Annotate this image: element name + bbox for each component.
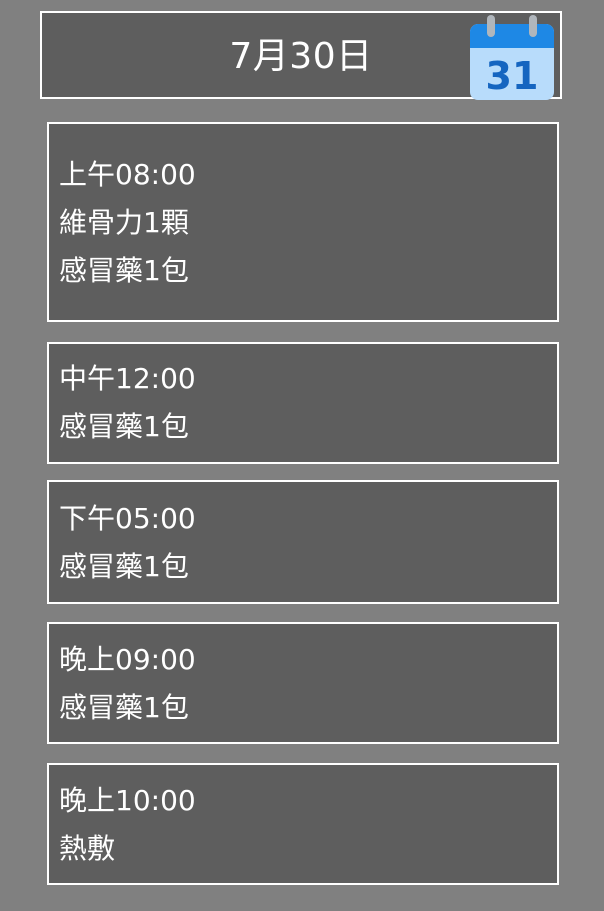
calendar-day-number: 31 [486, 54, 539, 98]
date-header: 7月30日 31 [40, 11, 562, 101]
task-item: 熱敷 [59, 832, 116, 865]
schedule-card[interactable]: 晚上10:00 熱敷 [47, 763, 559, 885]
schedule-time: 中午12:00 [59, 362, 196, 395]
schedule-card[interactable]: 晚上09:00 感冒藥1包 [47, 622, 559, 744]
schedule-card[interactable]: 上午08:00 維骨力1顆 感冒藥1包 [47, 122, 559, 322]
schedule-card[interactable]: 中午12:00 感冒藥1包 [47, 342, 559, 464]
calendar-icon[interactable]: 31 [469, 15, 555, 101]
medication-item: 感冒藥1包 [59, 550, 189, 583]
medication-item: 感冒藥1包 [59, 254, 189, 287]
medication-item: 維骨力1顆 [59, 206, 189, 239]
schedule-card[interactable]: 下午05:00 感冒藥1包 [47, 480, 559, 604]
medication-item: 感冒藥1包 [59, 410, 189, 443]
schedule-time: 晚上10:00 [59, 784, 196, 817]
medication-item: 感冒藥1包 [59, 691, 189, 724]
schedule-time: 上午08:00 [59, 158, 196, 191]
schedule-time: 下午05:00 [59, 502, 196, 535]
schedule-time: 晚上09:00 [59, 643, 196, 676]
